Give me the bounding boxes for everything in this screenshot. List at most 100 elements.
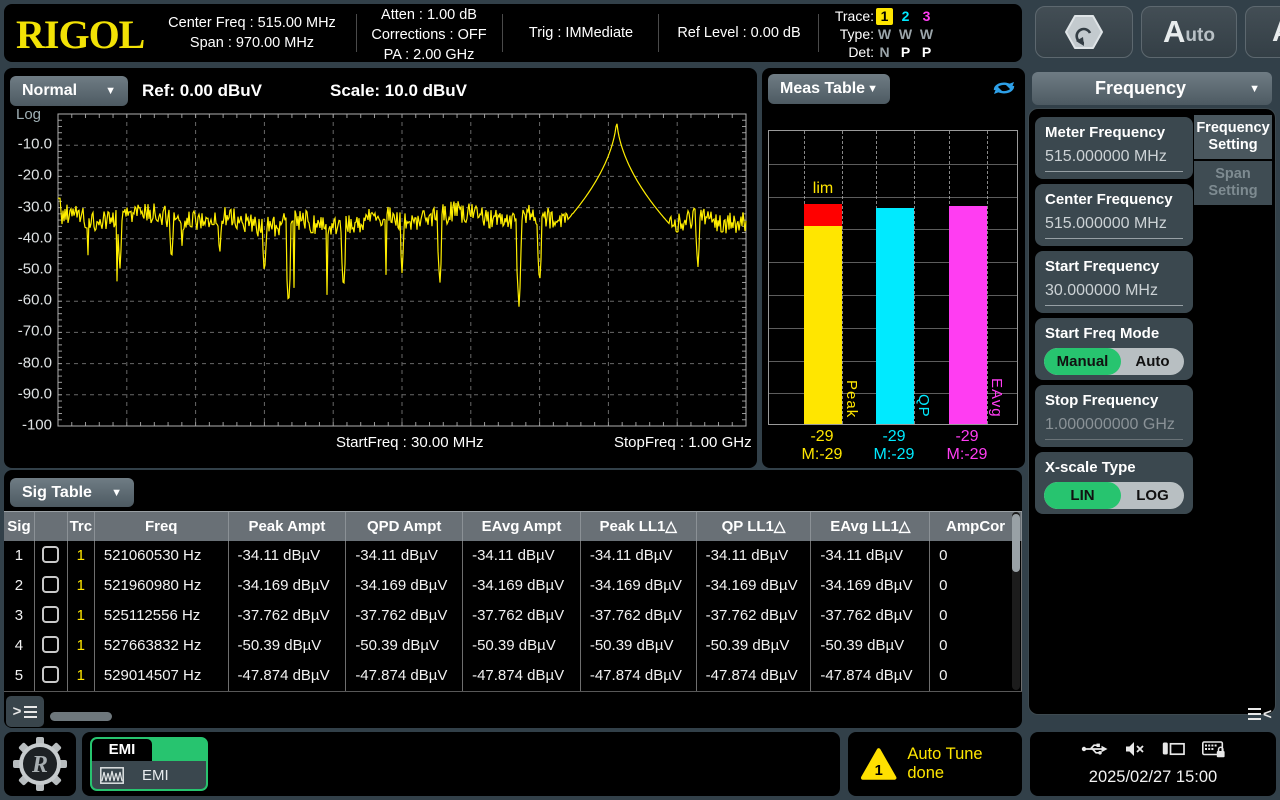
chevron-down-icon: ▼ — [867, 83, 890, 95]
menu-dropdown[interactable]: Frequency ▼ — [1032, 72, 1272, 105]
cell-trc: 1 — [68, 541, 95, 571]
meas-current-value: -29 — [784, 428, 860, 446]
cell-cb — [35, 601, 68, 631]
menu-collapse-lines-icon — [1248, 708, 1261, 720]
toggle-option-lin[interactable]: LIN — [1044, 482, 1121, 509]
preset-button[interactable] — [1035, 6, 1133, 58]
trace-numbers-label: Trace: — [828, 8, 874, 24]
row-checkbox[interactable] — [42, 666, 59, 683]
menu-collapse-button[interactable]: < — [1248, 701, 1278, 727]
warning-icon: 1 — [860, 747, 897, 781]
emi-tab-title: EMI — [92, 739, 152, 761]
toggle-option-log[interactable]: LOG — [1121, 482, 1184, 509]
menu-tab-frequency-setting[interactable]: Frequency Setting — [1194, 115, 1272, 159]
y-axis-tick-label: -10.0 — [4, 136, 52, 153]
cell-eavg_ll: -47.874 dBµV — [811, 661, 930, 691]
toggle-option-manual[interactable]: Manual — [1044, 348, 1121, 375]
row-checkbox[interactable] — [42, 636, 59, 653]
message-box[interactable]: 1 Auto Tune done — [848, 732, 1022, 796]
center-freq-readout: Center Freq : 515.00 MHz — [154, 13, 350, 33]
column-header-AmpCor[interactable]: AmpCor — [930, 512, 1022, 542]
column-header-QP LL1△[interactable]: QP LL1△ — [697, 512, 812, 542]
clipped-edge-button[interactable]: A — [1245, 6, 1280, 58]
cell-trc: 1 — [68, 601, 95, 631]
emi-mode-tab[interactable]: EMI EMI — [90, 737, 208, 791]
trace-types-1: W — [874, 26, 895, 42]
table-expand-button[interactable]: > — [6, 696, 44, 727]
card-label: X-scale Type — [1045, 459, 1136, 476]
auto-tune-button[interactable]: Auto — [1141, 6, 1237, 58]
horizontal-scrollbar-thumb[interactable] — [50, 712, 112, 721]
speaker-mute-icon[interactable] — [1125, 741, 1145, 757]
datetime-readout: 2025/02/27 15:00 — [1030, 768, 1276, 787]
usb-icon[interactable] — [1081, 741, 1108, 757]
menu-card-x-scale-type: X-scale Type LINLOG — [1035, 452, 1193, 514]
header-divider — [658, 14, 659, 52]
refresh-icon[interactable] — [990, 78, 1018, 98]
meas-bar-eavg — [949, 206, 987, 425]
column-header-Peak Ampt[interactable]: Peak Ampt — [229, 512, 347, 542]
meas-value-eavg: -29M:-29 — [929, 428, 1005, 464]
column-header-Sig[interactable]: Sig — [4, 512, 35, 542]
meas-bar-name-qp: QP — [915, 394, 932, 418]
vertical-scrollbar[interactable] — [1012, 512, 1020, 690]
toggle-x-scale-type[interactable]: LINLOG — [1044, 482, 1184, 509]
card-label: Meter Frequency — [1045, 124, 1165, 141]
cell-freq: 525112556 Hz — [95, 601, 229, 631]
meas-gridline-h — [769, 164, 1017, 165]
sig-table-dropdown[interactable]: Sig Table ▼ — [10, 478, 134, 507]
keyboard-lock-icon[interactable] — [1202, 740, 1226, 758]
column-header-QPD Ampt[interactable]: QPD Ampt — [346, 512, 463, 542]
menu-card-stop-frequency[interactable]: Stop Frequency1.000000000 GHz — [1035, 385, 1193, 447]
cell-sig: 5 — [4, 661, 35, 691]
value-underline — [1045, 305, 1183, 306]
menu-card-start-frequency[interactable]: Start Frequency30.000000 MHz — [1035, 251, 1193, 313]
value-underline — [1045, 439, 1183, 440]
meas-table-dropdown[interactable]: Meas Table ▼ — [768, 74, 890, 104]
meas-current-value: -29 — [929, 428, 1005, 446]
display-icon[interactable] — [1162, 741, 1185, 757]
menu-card-center-frequency[interactable]: Center Frequency515.000000 MHz — [1035, 184, 1193, 246]
status-header: RIGOL Center Freq : 515.00 MHz Span : 97… — [4, 4, 1022, 62]
menu-title: Frequency — [1032, 78, 1249, 99]
menu-collapse-chevron: < — [1263, 706, 1272, 723]
meas-max-value: M:-29 — [929, 446, 1005, 464]
rigol-gear-logo-button[interactable]: R — [4, 732, 76, 796]
column-header-EAvg Ampt[interactable]: EAvg Ampt — [463, 512, 581, 542]
cell-eavg_ll: -50.39 dBµV — [811, 631, 930, 661]
table-expand-lines-icon — [24, 706, 37, 718]
column-header-Freq[interactable]: Freq — [95, 512, 229, 542]
cell-eavg: -34.11 dBµV — [463, 541, 581, 571]
meas-bar-peak — [804, 226, 842, 425]
table-expand-chevron: > — [13, 703, 22, 720]
sig-table-label: Sig Table — [10, 484, 92, 502]
column-header-Peak LL1△[interactable]: Peak LL1△ — [581, 512, 697, 542]
row-checkbox[interactable] — [42, 576, 59, 593]
cell-eavg_ll: -37.762 dBµV — [811, 601, 930, 631]
emi-analyzer-screen: RIGOL Center Freq : 515.00 MHz Span : 97… — [0, 0, 1280, 800]
meas-bar-name-peak: Peak — [843, 380, 860, 418]
cell-qpd: -34.11 dBµV — [346, 541, 463, 571]
menu-card-meter-frequency[interactable]: Meter Frequency515.000000 MHz — [1035, 117, 1193, 179]
meas-table-label: Meas Table — [768, 80, 865, 98]
limit-label: lim — [798, 180, 848, 198]
vertical-scrollbar-thumb[interactable] — [1012, 514, 1020, 572]
row-checkbox[interactable] — [42, 606, 59, 623]
menu-tab-span-setting[interactable]: Span Setting — [1194, 161, 1272, 205]
column-header-Trc[interactable]: Trc — [68, 512, 95, 542]
preset-hexagon-icon — [1062, 12, 1106, 52]
y-axis-tick-label: -90.0 — [4, 385, 52, 402]
y-axis-tick-label: -40.0 — [4, 229, 52, 246]
card-label: Start Frequency — [1045, 258, 1159, 275]
column-header-select[interactable] — [35, 512, 68, 542]
clipped-button-glyph: A — [1272, 16, 1280, 49]
column-header-EAvg LL1△[interactable]: EAvg LL1△ — [811, 512, 930, 542]
cell-ampcor: 0 — [930, 601, 1022, 631]
cell-sig: 1 — [4, 541, 35, 571]
meas-max-value: M:-29 — [784, 446, 860, 464]
toggle-option-auto[interactable]: Auto — [1121, 348, 1184, 375]
value-underline — [1045, 238, 1183, 239]
row-checkbox[interactable] — [42, 546, 59, 563]
toggle-start-freq-mode[interactable]: ManualAuto — [1044, 348, 1184, 375]
limit-exceed-segment — [804, 204, 842, 226]
